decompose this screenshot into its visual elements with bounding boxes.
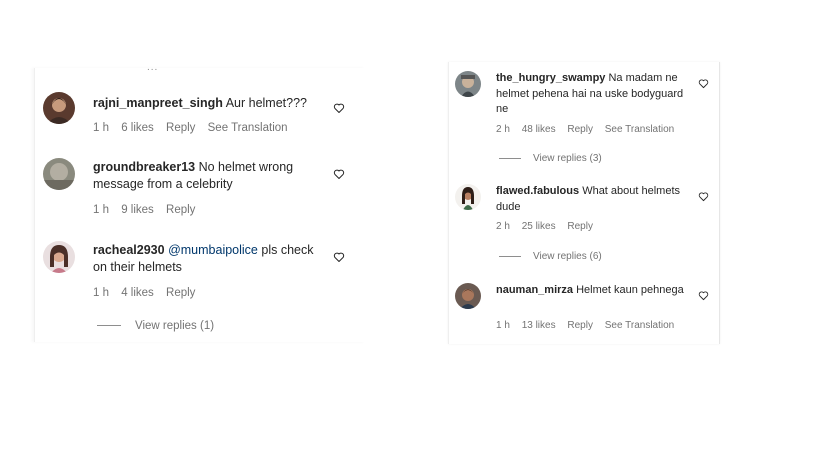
comment-meta: 1 h 13 likes Reply See Translation — [496, 320, 683, 331]
comment-likes[interactable]: 13 likes — [522, 320, 556, 331]
comment-username[interactable]: racheal2930 — [93, 243, 165, 257]
avatar[interactable] — [43, 92, 75, 124]
avatar[interactable] — [43, 158, 75, 190]
divider — [97, 325, 121, 327]
comment-text: rajni_manpreet_singh Aur helmet??? — [93, 95, 323, 112]
comment-time: 2 h — [496, 124, 510, 135]
view-replies-label: View replies (1) — [135, 320, 215, 332]
see-translation-button[interactable]: See Translation — [208, 122, 288, 134]
comment-body: Aur helmet??? — [225, 96, 308, 110]
comment-meta: 1 h 9 likes Reply — [93, 204, 204, 216]
comment-text: the_hungry_swampy Na madam ne helmet peh… — [496, 71, 691, 118]
comment-text: nauman_mirza Helmet kaun pehnega — [496, 283, 691, 299]
see-translation-button[interactable]: See Translation — [605, 320, 675, 331]
view-replies-label: View replies (6) — [533, 251, 602, 262]
avatar[interactable] — [455, 184, 481, 210]
comments-panel-left: ... rajni_manpreet_singh Aur helmet??? 1… — [34, 62, 365, 342]
divider — [499, 157, 521, 159]
comment-time: 1 h — [93, 122, 109, 134]
comment-meta: 1 h 6 likes Reply See Translation — [93, 122, 297, 134]
comment-username[interactable]: flawed.fabulous — [496, 185, 579, 197]
comment-text: groundbreaker13 No helmet wrong message … — [93, 159, 323, 193]
comment-username[interactable]: the_hungry_swampy — [496, 72, 605, 84]
heart-outline-icon[interactable] — [333, 102, 345, 114]
comment-time: 1 h — [93, 287, 109, 299]
comment-username[interactable]: rajni_manpreet_singh — [93, 96, 223, 110]
see-translation-button[interactable]: See Translation — [605, 124, 675, 135]
avatar[interactable] — [455, 283, 481, 309]
reply-button[interactable]: Reply — [166, 287, 195, 299]
reply-button[interactable]: Reply — [166, 204, 195, 216]
comment-body: Helmet kaun pehnega — [576, 284, 684, 296]
comment-likes[interactable]: 4 likes — [121, 287, 154, 299]
comment-time: 2 h — [496, 221, 510, 232]
comment-likes[interactable]: 25 likes — [522, 221, 556, 232]
reply-button[interactable]: Reply — [567, 124, 593, 135]
heart-outline-icon[interactable] — [333, 251, 345, 263]
comment-username[interactable]: groundbreaker13 — [93, 160, 195, 174]
mention-link[interactable]: @mumbaipolice — [168, 243, 258, 257]
avatar[interactable] — [455, 71, 481, 97]
view-replies-button[interactable]: View replies (3) — [499, 153, 602, 164]
heart-outline-icon[interactable] — [698, 191, 709, 202]
comment-meta: 2 h 25 likes Reply — [496, 221, 602, 232]
reply-button[interactable]: Reply — [567, 320, 593, 331]
comments-panel-right: the_hungry_swampy Na madam ne helmet peh… — [448, 62, 720, 344]
reply-button[interactable]: Reply — [166, 122, 195, 134]
truncated-indicator: ... — [147, 62, 159, 73]
reply-button[interactable]: Reply — [567, 221, 593, 232]
comment-username[interactable]: nauman_mirza — [496, 284, 573, 296]
divider — [499, 255, 521, 257]
heart-outline-icon[interactable] — [698, 78, 709, 89]
heart-outline-icon[interactable] — [698, 290, 709, 301]
comment-text: flawed.fabulous What about helmets dude — [496, 184, 691, 215]
comment-likes[interactable]: 9 likes — [121, 204, 154, 216]
view-replies-button[interactable]: View replies (6) — [499, 251, 602, 262]
comment-meta: 1 h 4 likes Reply — [93, 287, 204, 299]
view-replies-label: View replies (3) — [533, 153, 602, 164]
heart-outline-icon[interactable] — [333, 168, 345, 180]
avatar[interactable] — [43, 241, 75, 273]
comment-time: 1 h — [496, 320, 510, 331]
comment-meta: 2 h 48 likes Reply See Translation — [496, 124, 683, 135]
view-replies-button[interactable]: View replies (1) — [97, 320, 214, 332]
comment-likes[interactable]: 6 likes — [121, 122, 154, 134]
comment-time: 1 h — [93, 204, 109, 216]
comment-text: racheal2930 @mumbaipolice pls check on t… — [93, 242, 323, 276]
comment-likes[interactable]: 48 likes — [522, 124, 556, 135]
